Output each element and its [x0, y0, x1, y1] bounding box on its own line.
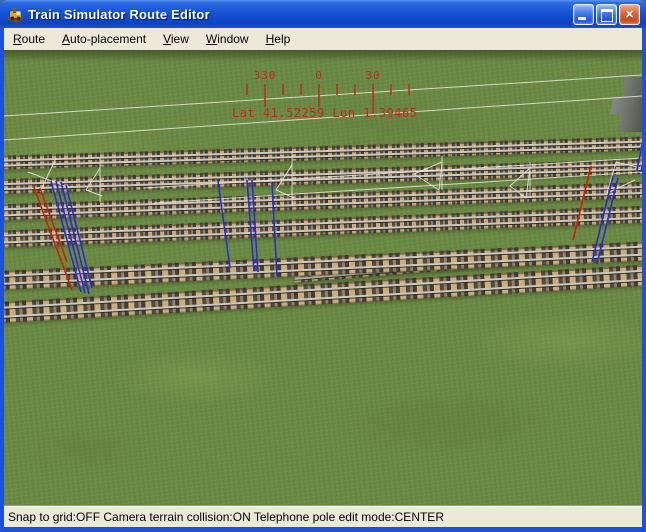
compass-label-0: 0	[312, 69, 326, 82]
menu-view[interactable]: View	[156, 29, 197, 49]
compass-label-30: 30	[362, 69, 384, 82]
minimize-icon[interactable]	[573, 4, 594, 25]
route-editor-viewport[interactable]: 330 0 30 Lat 41.52259 Lon 1.39465	[4, 50, 642, 505]
maximize-icon[interactable]	[596, 4, 617, 25]
lat-lon-readout: Lat 41.52259 Lon 1.39465	[232, 106, 417, 120]
telephone-poles-selected-red[interactable]	[33, 166, 591, 290]
menu-auto-placement[interactable]: Auto-placement	[55, 29, 154, 49]
route-editor-window: Train Simulator Route Editor × Route Aut…	[0, 0, 646, 532]
window-controls: ×	[573, 4, 640, 25]
window-title: Train Simulator Route Editor	[28, 7, 573, 22]
compass-label-330: 330	[250, 69, 280, 82]
close-icon[interactable]: ×	[619, 4, 640, 25]
menu-route[interactable]: Route	[6, 29, 53, 49]
status-text: Snap to grid:OFF Camera terrain collisio…	[8, 510, 444, 524]
title-bar[interactable]: Train Simulator Route Editor ×	[0, 0, 646, 28]
train-app-icon	[7, 6, 24, 23]
menu-bar: Route Auto-placement View Window Help	[4, 28, 642, 50]
status-bar: Snap to grid:OFF Camera terrain collisio…	[4, 505, 642, 527]
menu-window[interactable]: Window	[199, 29, 257, 49]
wireframe-masts[interactable]	[28, 152, 642, 206]
menu-help[interactable]: Help	[259, 29, 299, 49]
